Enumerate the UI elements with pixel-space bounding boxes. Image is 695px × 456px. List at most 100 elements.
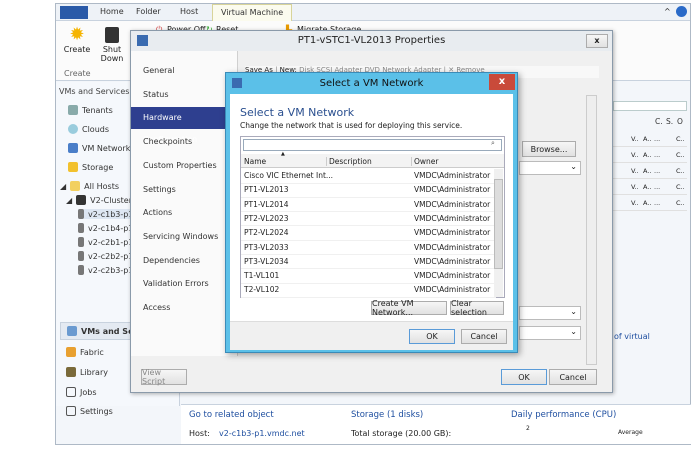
dropdown[interactable]: ⌄ xyxy=(519,326,581,340)
network-row[interactable]: PT3-VL2033 VMDC\Administrator xyxy=(241,241,496,255)
tab-virtual-machine[interactable]: Virtual Machine xyxy=(212,4,293,22)
tree-all-hosts[interactable]: ◢ All Hosts xyxy=(60,181,119,191)
properties-nav-item[interactable]: Actions xyxy=(131,202,238,224)
nav-section-title: VMs and Services xyxy=(59,87,130,96)
tab-home[interactable]: Home xyxy=(100,7,124,16)
host-icon xyxy=(78,223,84,233)
cell-owner: VMDC\Administrator xyxy=(414,271,491,281)
network-row[interactable]: PT1-VL2014 VMDC\Administrator xyxy=(241,198,496,213)
column-header[interactable]: C. xyxy=(655,117,663,126)
clear-selection-button[interactable]: Clear selection xyxy=(450,299,504,317)
ok-button[interactable]: OK xyxy=(501,369,547,385)
grid-row[interactable]: V.. A..... C.. xyxy=(613,180,687,195)
collapse-ribbon-icon[interactable]: ^ xyxy=(664,7,671,16)
grid-cell: A.. xyxy=(643,135,652,143)
network-row[interactable]: PT3-VL2034 VMDC\Administrator xyxy=(241,255,496,270)
column-description[interactable]: Description xyxy=(326,157,372,166)
scroll-thumb[interactable] xyxy=(494,179,503,269)
tree-host[interactable]: v2-c1b4-p1 xyxy=(78,223,133,233)
workspace-settings[interactable]: Settings xyxy=(66,406,113,416)
nav-label: VM Networks xyxy=(82,143,135,153)
ribbon-tabbar: Home Folder Host Virtual Machine ^ xyxy=(56,4,690,22)
close-button[interactable]: x xyxy=(489,74,515,90)
perf-title: Daily performance (CPU) xyxy=(511,410,617,420)
tree-host[interactable]: v2-c2b3-p1 xyxy=(78,265,133,275)
nav-storage[interactable]: Storage xyxy=(68,162,113,172)
grid-cell: V.. xyxy=(631,167,639,175)
help-icon[interactable] xyxy=(676,6,687,17)
grid-row[interactable]: V.. A..... C.. xyxy=(613,164,687,179)
grid-row[interactable]: V.. A..... C.. xyxy=(613,148,687,163)
properties-nav-item[interactable]: Custom Properties xyxy=(131,155,238,177)
create-label: Create xyxy=(63,45,91,54)
properties-nav-item[interactable]: Dependencies xyxy=(131,250,238,272)
grid-row[interactable]: V.. A..... C.. xyxy=(613,196,687,211)
workspace-library[interactable]: Library xyxy=(66,367,108,377)
properties-nav-item[interactable]: Validation Errors xyxy=(131,273,238,295)
ok-button[interactable]: OK xyxy=(409,329,455,344)
column-owner[interactable]: Owner xyxy=(411,157,439,166)
nav-label: Storage xyxy=(82,162,114,172)
list-scrollbar[interactable] xyxy=(494,169,503,297)
select-vm-network-dialog: Select a VM Network x Select a VM Networ… xyxy=(225,72,518,353)
create-vm-network-button[interactable]: Create VM Network... xyxy=(371,299,447,317)
column-header[interactable]: O xyxy=(677,117,683,126)
cancel-button[interactable]: Cancel xyxy=(461,329,507,344)
network-list: ⌕ Name ▲ Description Owner Cisco VIC Eth… xyxy=(240,136,505,298)
tab-host[interactable]: Host xyxy=(180,7,198,16)
network-row[interactable]: T1-VL101 VMDC\Administrator xyxy=(241,269,496,284)
grid-row[interactable]: V.. A..... C.. xyxy=(613,132,687,147)
host-link[interactable]: v2-c1b3-p1.vmdc.net xyxy=(219,429,305,438)
grid-cell: ... xyxy=(654,183,661,191)
nav-tenants[interactable]: Tenants xyxy=(68,105,113,115)
cancel-button[interactable]: Cancel xyxy=(549,369,597,385)
network-row[interactable]: PT2-VL2023 VMDC\Administrator xyxy=(241,212,496,227)
tree-cluster[interactable]: ◢ V2-Cluster xyxy=(66,195,132,205)
grid-cell: ... xyxy=(654,151,661,159)
tree-host[interactable]: v2-c2b2-p1 xyxy=(78,251,133,261)
properties-nav-item[interactable]: Settings xyxy=(131,179,238,201)
view-script-button[interactable]: View Script xyxy=(141,368,187,386)
shutdown-button[interactable]: Shut Down xyxy=(98,25,126,63)
grid-cell: C.. xyxy=(676,167,685,175)
properties-nav-item[interactable]: Hardware Configuration xyxy=(131,107,238,144)
network-row[interactable]: T2-VL102 VMDC\Administrator xyxy=(241,283,496,298)
settings-icon xyxy=(66,406,76,416)
tree-host[interactable]: v2-c2b1-p1 xyxy=(78,237,133,247)
browse-button[interactable]: Browse... xyxy=(522,141,576,157)
cell-name: PT2-VL2024 xyxy=(244,228,289,238)
cell-name: PT1-VL2013 xyxy=(244,185,289,195)
column-header[interactable]: S. xyxy=(666,117,673,126)
dropdown[interactable]: ⌄ xyxy=(519,306,581,320)
network-row[interactable]: PT2-VL2024 VMDC\Administrator xyxy=(241,226,496,241)
network-row[interactable]: PT1-VL2013 VMDC\Administrator xyxy=(241,183,496,198)
nav-clouds[interactable]: Clouds xyxy=(68,124,109,134)
properties-nav-item[interactable]: Access xyxy=(131,297,238,319)
file-menu-button[interactable] xyxy=(60,6,88,19)
properties-nav-item[interactable]: Status xyxy=(131,84,238,106)
properties-nav-item[interactable]: Servicing Windows xyxy=(131,226,238,248)
tab-folder[interactable]: Folder xyxy=(136,7,161,16)
grid-cell: ... xyxy=(654,167,661,175)
create-button[interactable]: ✹ Create xyxy=(62,25,92,55)
workspace-jobs[interactable]: Jobs xyxy=(66,387,97,397)
cell-name: PT3-VL2033 xyxy=(244,242,289,252)
nav-vm-networks[interactable]: VM Networks xyxy=(68,143,135,153)
close-button[interactable]: x xyxy=(586,34,608,48)
workspace-fabric[interactable]: Fabric xyxy=(66,347,104,357)
network-search-input[interactable] xyxy=(243,139,502,151)
cell-owner: VMDC\Administrator xyxy=(414,256,491,266)
dropdown[interactable]: ⌄ xyxy=(519,161,581,175)
expand-icon[interactable]: ◢ xyxy=(60,182,66,191)
grid-search-input[interactable] xyxy=(613,101,687,111)
cloud-icon xyxy=(68,124,78,134)
properties-nav-item[interactable]: Checkpoints xyxy=(131,131,238,153)
properties-scrollbar[interactable] xyxy=(586,95,597,365)
properties-nav-item[interactable]: General xyxy=(131,60,238,82)
grid-cell: ... xyxy=(654,135,661,143)
perf-axis-tick: 2 xyxy=(526,425,530,432)
network-row[interactable]: Cisco VIC Ethernet Int... VMDC\Administra… xyxy=(241,169,496,184)
column-name[interactable]: Name xyxy=(244,157,266,166)
host-label: Host: xyxy=(189,429,210,438)
expand-icon[interactable]: ◢ xyxy=(66,196,72,205)
